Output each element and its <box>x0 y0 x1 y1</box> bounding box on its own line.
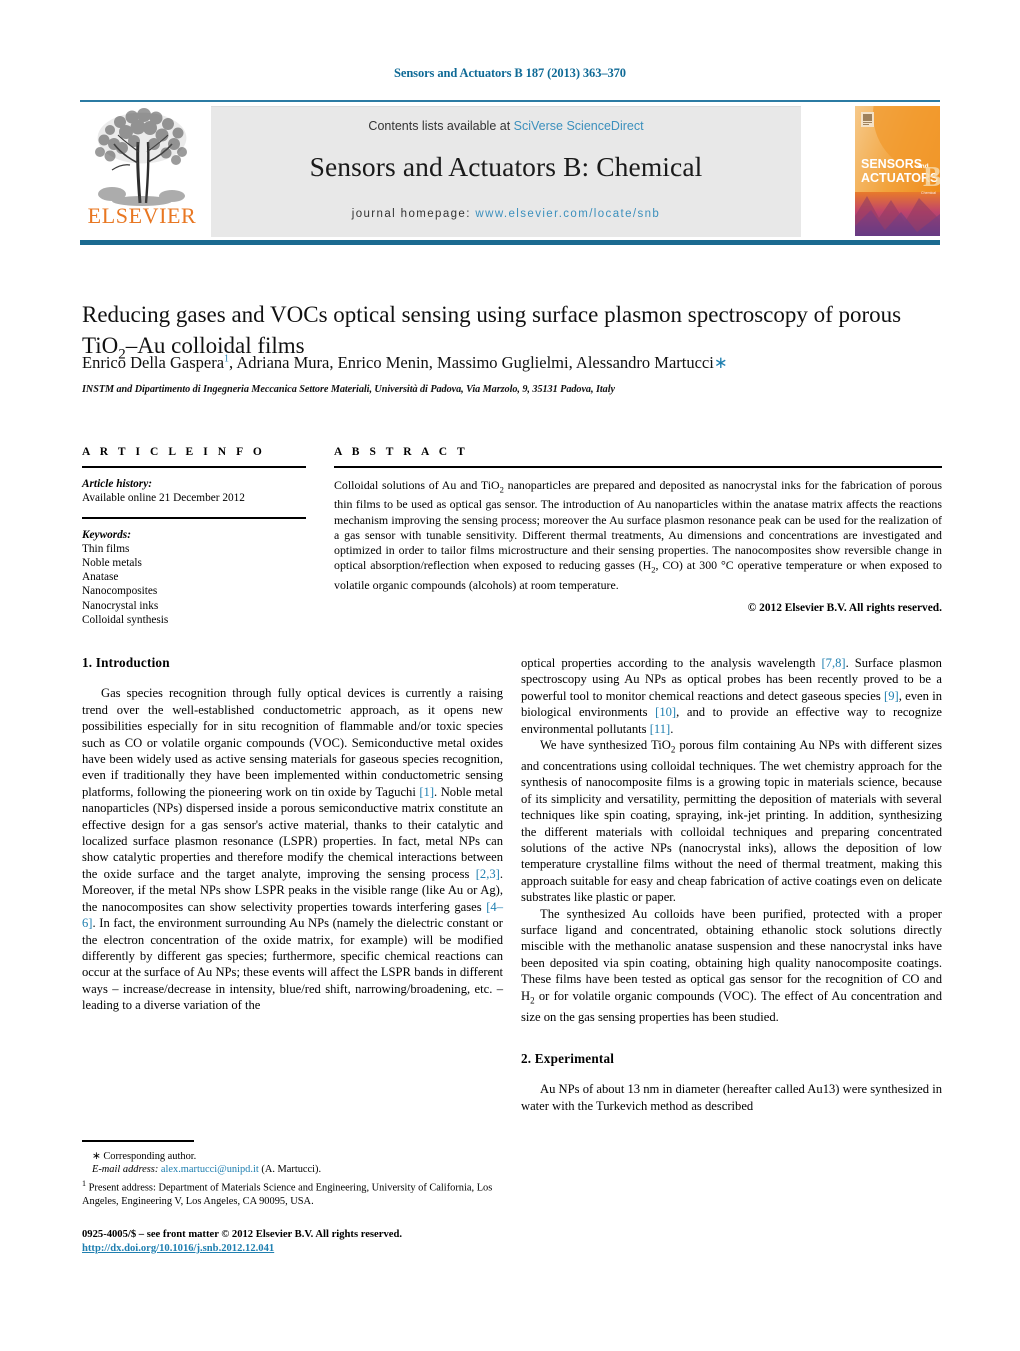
author-first: Enrico Della Gaspera <box>82 353 225 372</box>
corresponding-text: Corresponding author. <box>103 1151 197 1162</box>
right-seg-5: . <box>670 721 674 736</box>
keyword-item: Nanocrystal inks <box>82 599 159 612</box>
citation-ref[interactable]: [1] <box>419 785 434 799</box>
present-address-marker: 1 <box>82 1178 86 1188</box>
running-head: Sensors and Actuators B 187 (2013) 363–3… <box>394 66 626 80</box>
paper-page: Sensors and Actuators B 187 (2013) 363–3… <box>0 0 1020 1351</box>
right-p2-seg-1: We have synthesized TiO <box>540 738 671 753</box>
present-address-text: Present address: Department of Materials… <box>82 1182 493 1207</box>
keyword-item: Anatase <box>82 571 119 584</box>
section-heading-experimental: 2. Experimental <box>521 1050 615 1066</box>
intro-seg-4: . In fact, the environment surrounding A… <box>82 916 503 1013</box>
journal-masthead: ELSEVIER Contents lists available at Sci… <box>80 100 940 245</box>
doi-link[interactable]: http://dx.doi.org/10.1016/j.snb.2012.12.… <box>82 1243 274 1254</box>
article-history-label: Article history: <box>82 477 152 490</box>
contents-available-line: Contents lists available at SciVerse Sci… <box>211 119 801 133</box>
keyword-item: Noble metals <box>82 557 142 569</box>
abstract-heading: A B S T R A C T <box>334 446 469 458</box>
abstract-copyright: © 2012 Elsevier B.V. All rights reserved… <box>747 602 942 615</box>
email-attribution: (A. Martucci). <box>261 1164 322 1176</box>
synthesis-paragraph: We have synthesized TiO2 porous film con… <box>521 737 942 906</box>
present-address-note: 1 Present address: Department of Materia… <box>82 1177 503 1208</box>
citation-ref[interactable]: [7,8] <box>821 656 845 670</box>
colloids-paragraph: The synthesized Au colloids have been pu… <box>521 906 942 1025</box>
homepage-url[interactable]: www.elsevier.com/locate/snb <box>475 208 660 220</box>
contents-prefix: Contents lists available at <box>368 119 511 133</box>
abstract-text: Colloidal solutions of Au and TiO2 nanop… <box>334 478 942 594</box>
right-seg-1: optical properties according to the anal… <box>521 656 822 670</box>
footnote-block: ∗ Corresponding author. E-mail address: … <box>82 1150 503 1208</box>
masthead-center-panel: Contents lists available at SciVerse Sci… <box>211 106 801 237</box>
citation-ref[interactable]: [11] <box>650 722 671 736</box>
right-p3-seg-2: or for volatile organic compounds (VOC).… <box>521 988 942 1024</box>
abstract-column: A B S T R A C T Colloidal solutions of A… <box>334 446 942 614</box>
masthead-bottom-rule <box>80 240 940 245</box>
svg-text:B: B <box>923 162 940 193</box>
citation-ref[interactable]: [2,3] <box>476 867 500 881</box>
right-p2-seg-2: porous film containing Au NPs with diffe… <box>521 738 943 905</box>
journal-homepage-line: journal homepage: www.elsevier.com/locat… <box>211 208 801 220</box>
article-info-rule-mid <box>82 517 306 519</box>
keyword-item: Thin films <box>82 542 130 555</box>
article-info-heading: A R T I C L E I N F O <box>82 446 266 458</box>
authors-remaining: , Adriana Mura, Enrico Menin, Massimo Gu… <box>229 353 714 372</box>
experimental-paragraph: Au NPs of about 13 nm in diameter (herea… <box>521 1082 942 1113</box>
intro-seg-1: Gas species recognition through fully op… <box>82 686 503 799</box>
citation-ref[interactable]: [10] <box>655 705 676 719</box>
citation-ref[interactable]: [9] <box>884 689 899 703</box>
abstract-rule <box>334 466 942 468</box>
intro-seg-2: . Noble metal nanoparticles (NPs) disper… <box>82 784 503 881</box>
keywords-group: Keywords: Thin films Noble metals Anatas… <box>82 528 306 627</box>
abstract-seg-1: Colloidal solutions of Au and TiO <box>334 477 500 492</box>
email-note: E-mail address: alex.martucci@unipd.it (… <box>82 1163 503 1176</box>
corresponding-marker: ∗ <box>92 1151 101 1162</box>
cover-artwork: SENSORS and ACTUATORS B Chemical <box>855 106 940 236</box>
corresponding-author-marker[interactable]: ∗ <box>714 353 728 372</box>
elsevier-tree-icon <box>95 108 187 206</box>
body-column-left: 1. Introduction Gas species recognition … <box>82 655 503 1014</box>
article-history-value: Available online 21 December 2012 <box>82 491 245 504</box>
footnote-separator <box>82 1140 194 1142</box>
author-affiliation: INSTM and Dipartimento di Ingegneria Mec… <box>82 384 615 395</box>
author-list: Enrico Della Gaspera1, Adriana Mura, Enr… <box>82 353 942 373</box>
email-label: E-mail address: <box>92 1164 159 1176</box>
keyword-item: Nanocomposites <box>82 585 158 598</box>
svg-text:Chemical: Chemical <box>921 191 936 195</box>
keywords-label: Keywords: <box>82 528 131 541</box>
journal-title: Sensors and Actuators B: Chemical <box>309 151 703 182</box>
front-matter-block: 0925-4005/$ – see front matter © 2012 El… <box>82 1228 522 1256</box>
email-link[interactable]: alex.martucci@unipd.it <box>161 1164 259 1175</box>
elsevier-logo: ELSEVIER <box>80 106 204 237</box>
journal-cover-thumbnail: SENSORS and ACTUATORS B Chemical <box>855 106 940 236</box>
masthead-top-rule <box>80 100 940 102</box>
homepage-prefix: journal homepage: <box>351 208 471 220</box>
article-info-rule-top <box>82 466 306 468</box>
elsevier-wordmark: ELSEVIER <box>87 203 197 228</box>
svg-text:SENSORS: SENSORS <box>861 157 922 171</box>
issn-copyright-line: 0925-4005/$ – see front matter © 2012 El… <box>82 1229 402 1240</box>
sciencedirect-link[interactable]: SciVerse ScienceDirect <box>514 119 644 133</box>
keyword-item: Colloidal synthesis <box>82 613 169 626</box>
intro-paragraph-cont: optical properties according to the anal… <box>521 655 942 737</box>
article-info-column: A R T I C L E I N F O Article history: A… <box>82 446 306 627</box>
corresponding-author-note: ∗ Corresponding author. <box>82 1150 503 1163</box>
body-column-right: optical properties according to the anal… <box>521 655 942 1114</box>
intro-paragraph: Gas species recognition through fully op… <box>82 685 503 1013</box>
article-history-group: Article history: Available online 21 Dec… <box>82 477 306 505</box>
section-heading-introduction: 1. Introduction <box>82 655 170 670</box>
